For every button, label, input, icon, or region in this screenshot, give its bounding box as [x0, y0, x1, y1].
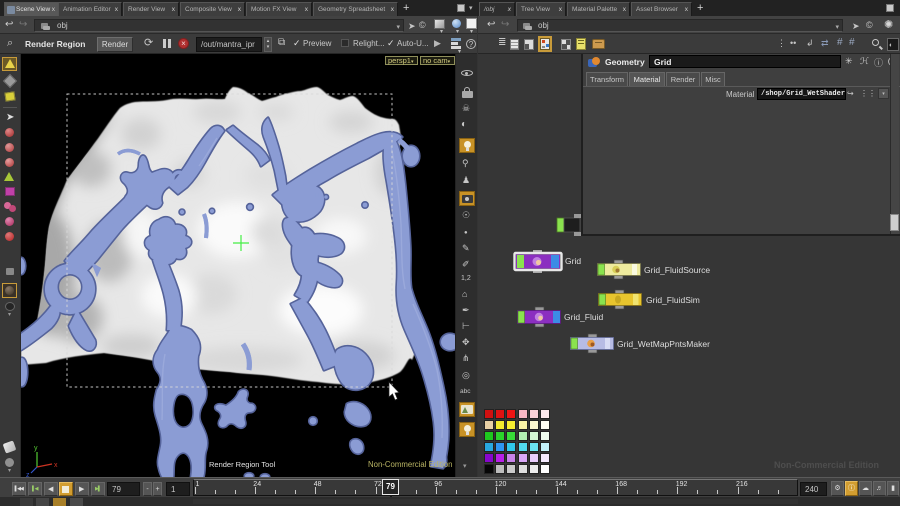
svg-text:y: y [34, 445, 38, 452]
svg-text:x: x [54, 462, 58, 469]
